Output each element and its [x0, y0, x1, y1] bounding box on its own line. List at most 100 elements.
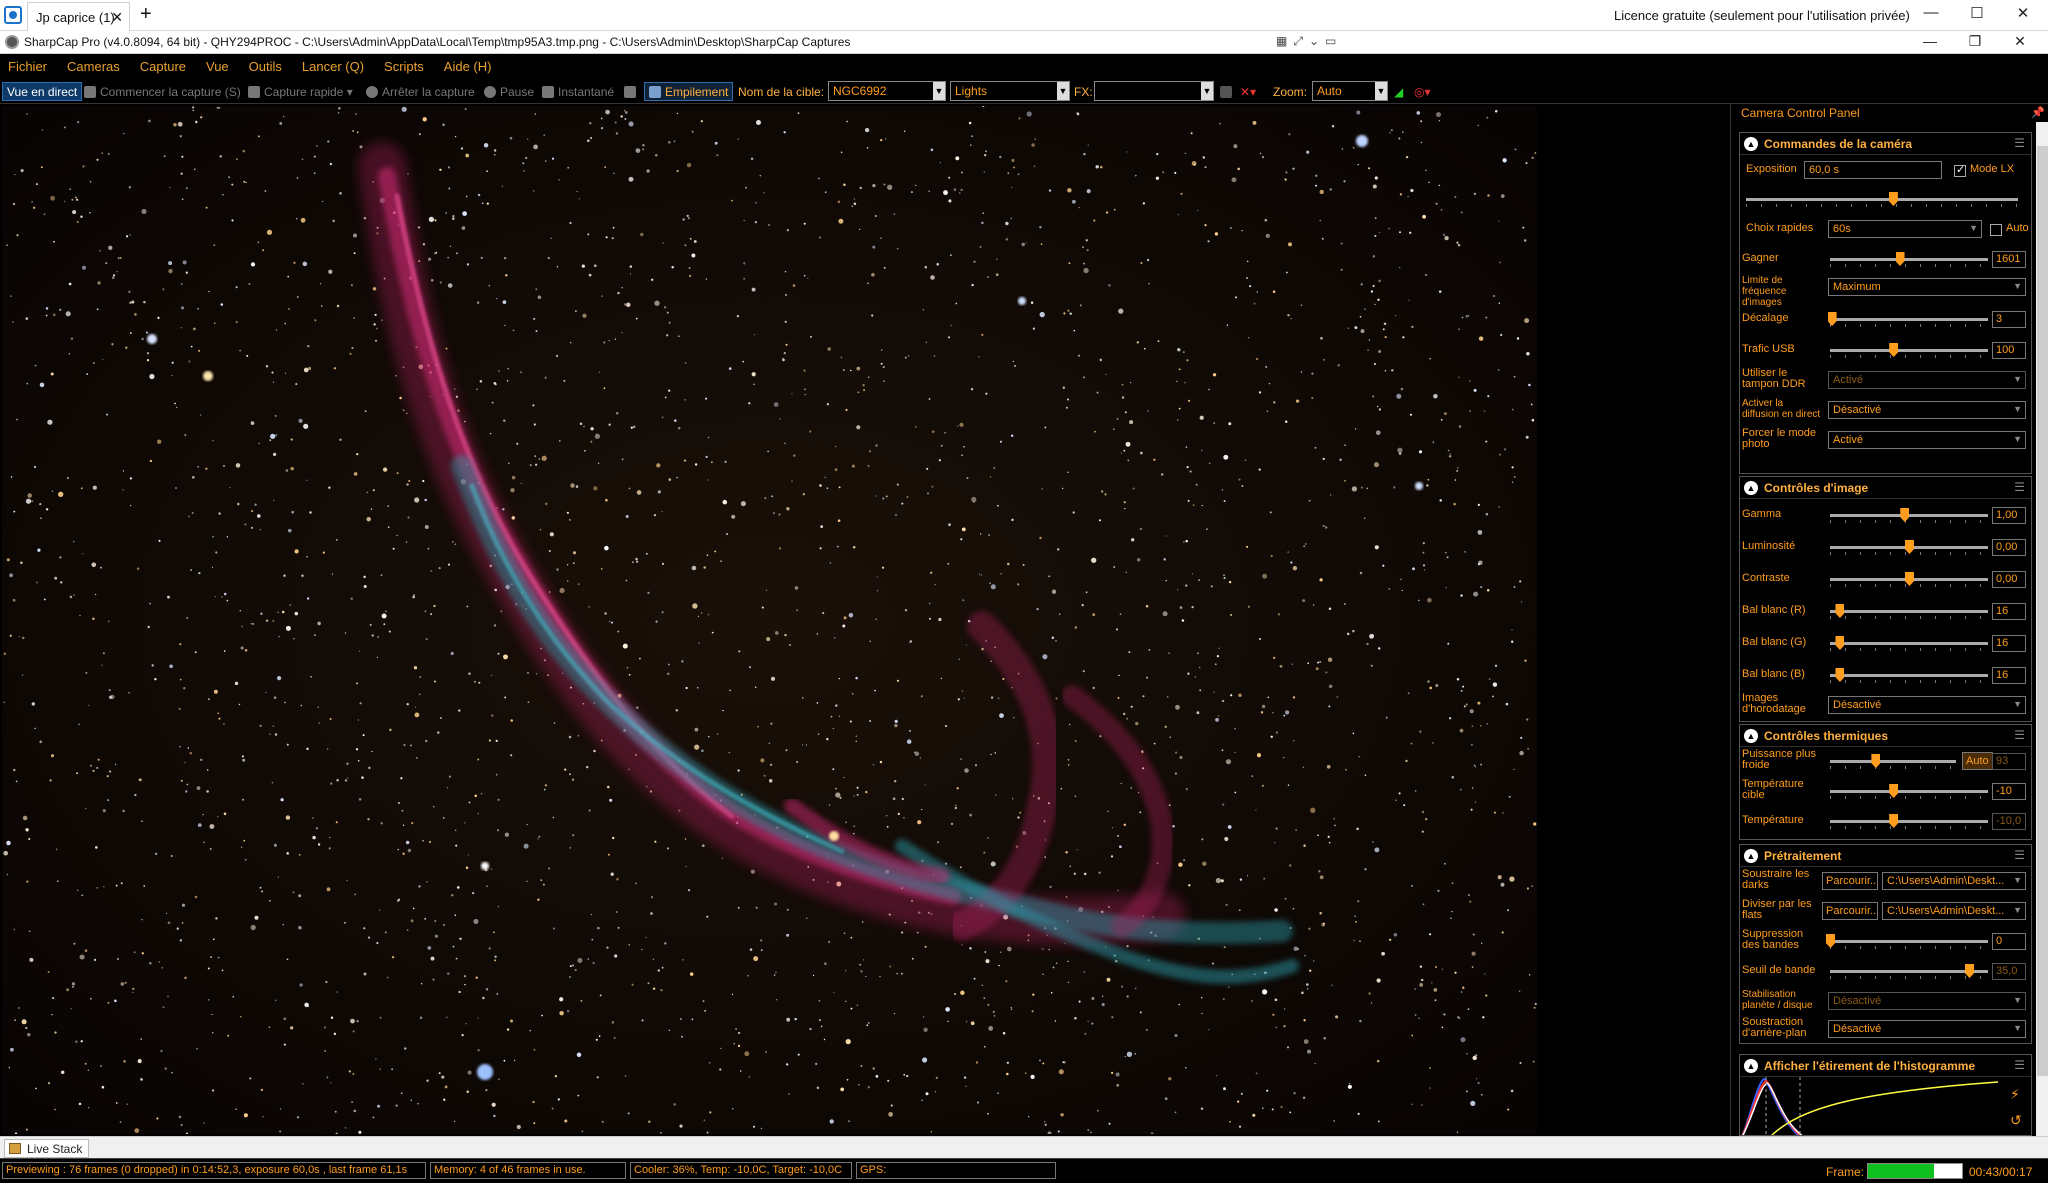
pin-icon[interactable]: 📌 [2031, 106, 2045, 119]
close-icon[interactable]: ✕ [111, 9, 123, 26]
app-restore-icon[interactable]: ❐ [1955, 33, 1995, 51]
maximize-icon[interactable]: ☐ [1954, 4, 2000, 26]
pause-button[interactable]: Pause [484, 82, 534, 101]
lx-mode-checkbox[interactable] [1954, 163, 1966, 177]
monitor-icon[interactable]: ▭ [1325, 34, 1336, 49]
ddr-select[interactable]: Activé ▼ [1828, 371, 2026, 389]
stream-select[interactable]: Désactivé ▼ [1828, 401, 2026, 419]
app-minimize-icon[interactable]: — [1910, 33, 1950, 51]
darks-path-select[interactable]: C:\Users\Admin\Deskt... ▼ [1882, 872, 2026, 890]
gain-value[interactable]: 1601 [1992, 251, 2026, 268]
fx-settings-icon[interactable] [1220, 82, 1236, 101]
preprocessing-header[interactable]: ▲ Prétraitement ☰ [1740, 845, 2031, 867]
menu-outils[interactable]: Outils [249, 59, 282, 74]
chevron-down-icon[interactable]: ▼ [2013, 434, 2022, 444]
chevron-down-icon[interactable]: ▼ [2013, 905, 2022, 915]
target-temp-value[interactable]: -10 [1992, 783, 2026, 800]
offset-value[interactable]: 3 [1992, 311, 2026, 328]
frame-type-select[interactable]: Lights ▼ [950, 81, 1070, 101]
image-controls-header[interactable]: ▲ Contrôles d'image ☰ [1740, 477, 2031, 499]
contrast-value[interactable]: 0,00 [1992, 571, 2026, 588]
gain-slider[interactable] [1830, 252, 1988, 267]
section-menu-icon[interactable]: ☰ [2014, 136, 2025, 150]
offset-slider[interactable] [1827, 312, 1988, 327]
collapse-icon[interactable]: ▲ [1744, 849, 1758, 863]
chevron-down-icon[interactable]: ▼ [2013, 699, 2022, 709]
stabilization-select[interactable]: Désactivé ▼ [1828, 992, 2026, 1010]
timestamp-select[interactable]: Désactivé ▼ [1828, 696, 2026, 714]
wb-blue-slider[interactable] [1830, 668, 1988, 683]
panel-scrollbar[interactable] [2036, 122, 2048, 1136]
section-menu-icon[interactable]: ☰ [2014, 1058, 2025, 1072]
target-name-input[interactable]: NGC6992 ▼ [828, 81, 946, 101]
chevron-down-icon[interactable]: ▼ [2013, 875, 2022, 885]
new-tab-plus-icon[interactable]: + [140, 3, 152, 26]
thermal-controls-header[interactable]: ▲ Contrôles thermiques ☰ [1740, 725, 2031, 747]
menu-capture[interactable]: Capture [140, 59, 186, 74]
flats-browse-button[interactable]: Parcourir... [1822, 902, 1878, 920]
section-menu-icon[interactable]: ☰ [2014, 480, 2025, 494]
stacking-button[interactable]: Empilement [644, 82, 734, 101]
wb-blue-value[interactable]: 16 [1992, 667, 2026, 684]
brightness-slider[interactable] [1830, 540, 1988, 555]
bg-subtraction-select[interactable]: Désactivé ▼ [1828, 1020, 2026, 1038]
menu-cameras[interactable]: Cameras [67, 59, 120, 74]
minimize-icon[interactable]: — [1908, 4, 1954, 26]
grid-icon[interactable]: ▦ [1276, 34, 1287, 49]
zoom-select[interactable]: Auto ▼ [1312, 81, 1388, 101]
collapse-icon[interactable]: ▲ [1744, 137, 1758, 151]
app-close-icon[interactable]: ✕ [2000, 33, 2040, 51]
fx-select[interactable]: ▼ [1094, 81, 1214, 101]
collapse-icon[interactable]: ▲ [1744, 729, 1758, 743]
cooler-power-value[interactable]: 93 [1992, 753, 2026, 770]
banding-slider[interactable] [1826, 934, 1988, 949]
cooler-power-slider[interactable] [1830, 754, 1956, 769]
usb-slider[interactable] [1830, 343, 1988, 358]
usb-value[interactable]: 100 [1992, 342, 2026, 359]
chevron-down-icon[interactable]: ⌄ [1309, 34, 1319, 49]
chevron-down-icon[interactable]: ▼ [2013, 1023, 2022, 1033]
fps-limit-select[interactable]: Maximum ▼ [1828, 278, 2026, 296]
chevron-down-icon[interactable]: ▼ [2013, 995, 2022, 1005]
histogram-canvas[interactable]: ⚡ ↺ [1740, 1077, 2032, 1136]
close-window-icon[interactable]: ✕ [2000, 4, 2046, 26]
gamma-value[interactable]: 1,00 [1992, 507, 2026, 524]
contrast-slider[interactable] [1830, 572, 1988, 587]
wb-red-slider[interactable] [1830, 604, 1988, 619]
menu-aide[interactable]: Aide (H) [444, 59, 492, 74]
wb-red-value[interactable]: 16 [1992, 603, 2026, 620]
darks-browse-button[interactable]: Parcourir... [1822, 872, 1878, 890]
band-threshold-slider[interactable] [1830, 964, 1988, 979]
image-viewport[interactable] [0, 104, 1728, 1136]
reticle-icon[interactable]: ◎▾ [1414, 82, 1431, 101]
histogram-header[interactable]: ▲ Afficher l'étirement de l'histogramme … [1740, 1055, 2031, 1077]
reset-icon[interactable]: ↺ [2010, 1113, 2022, 1129]
brightness-value[interactable]: 0,00 [1992, 539, 2026, 556]
photo-mode-select[interactable]: Activé ▼ [1828, 431, 2026, 449]
chevron-down-icon[interactable]: ▼ [1201, 82, 1213, 100]
chevron-down-icon[interactable]: ▼ [1057, 82, 1069, 100]
menu-vue[interactable]: Vue [206, 59, 229, 74]
chevron-down-icon[interactable]: ▼ [2013, 281, 2022, 291]
astro-image[interactable] [2, 106, 1537, 1134]
menu-lancer[interactable]: Lancer (Q) [302, 59, 364, 74]
live-stack-tab[interactable]: Live Stack [4, 1139, 90, 1158]
chevron-down-icon[interactable]: ▼ [1375, 82, 1387, 100]
auto-exposure-checkbox[interactable] [1990, 224, 2002, 236]
menu-fichier[interactable]: Fichier [8, 59, 47, 74]
display-toggle-icon[interactable] [624, 82, 640, 101]
chevron-down-icon[interactable]: ▼ [2013, 404, 2022, 414]
quick-choice-select[interactable]: 60s ▼ [1828, 220, 1982, 238]
cooler-auto-button[interactable]: Auto [1962, 752, 1993, 770]
scrollbar-thumb[interactable] [2037, 146, 2048, 1076]
quick-capture-button[interactable]: Capture rapide ▾ [248, 82, 353, 101]
chevron-down-icon[interactable]: ▼ [2013, 374, 2022, 384]
snapshot-button[interactable]: Instantané [542, 82, 614, 101]
camera-controls-header[interactable]: ▲ Commandes de la caméra ☰ [1740, 133, 2031, 155]
crosshair-icon[interactable]: ✕▾ [1240, 82, 1256, 101]
flats-path-select[interactable]: C:\Users\Admin\Deskt... ▼ [1882, 902, 2026, 920]
lightning-icon[interactable]: ⚡ [2010, 1087, 2020, 1103]
target-temp-slider[interactable] [1830, 784, 1988, 799]
banding-value[interactable]: 0 [1992, 933, 2026, 950]
collapse-icon[interactable]: ▲ [1744, 1059, 1758, 1073]
